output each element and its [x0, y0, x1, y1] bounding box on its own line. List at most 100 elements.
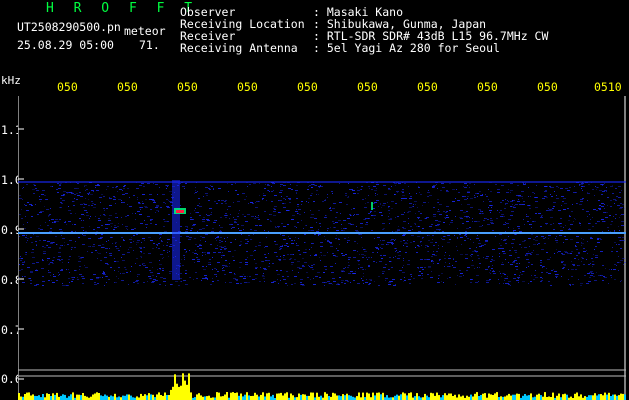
noise-pixel: [437, 211, 440, 212]
noise-pixel: [395, 284, 396, 285]
noise-pixel: [218, 252, 221, 253]
noise-pixel: [461, 244, 462, 245]
noise-pixel: [268, 253, 269, 254]
noise-pixel: [490, 220, 493, 221]
noise-pixel: [602, 231, 603, 232]
noise-pixel: [152, 200, 153, 201]
noise-pixel: [576, 242, 579, 243]
noise-pixel: [614, 279, 616, 280]
noise-pixel: [278, 227, 279, 228]
histogram-bar: [438, 395, 440, 400]
noise-pixel: [567, 208, 569, 209]
noise-pixel: [86, 215, 89, 216]
noise-pixel: [256, 201, 259, 202]
noise-pixel: [512, 239, 515, 240]
noise-pixel: [580, 184, 583, 185]
noise-pixel: [330, 243, 332, 244]
noise-pixel: [418, 218, 419, 219]
noise-pixel: [438, 275, 439, 276]
noise-pixel: [403, 281, 404, 282]
noise-pixel: [291, 264, 293, 265]
noise-pixel: [438, 245, 439, 246]
noise-pixel: [279, 249, 281, 250]
noise-pixel: [611, 221, 613, 222]
noise-pixel: [353, 208, 355, 209]
noise-pixel: [235, 239, 236, 240]
noise-pixel: [110, 237, 112, 238]
noise-pixel: [136, 244, 137, 245]
noise-pixel: [205, 278, 208, 279]
noise-pixel: [239, 276, 241, 277]
noise-pixel: [535, 240, 538, 241]
noise-pixel: [616, 251, 618, 252]
noise-pixel: [574, 218, 575, 219]
histogram-bar: [410, 392, 412, 400]
noise-pixel: [541, 272, 543, 273]
noise-pixel: [229, 272, 232, 273]
noise-pixel: [382, 271, 385, 272]
noise-pixel: [159, 234, 162, 235]
noise-pixel: [74, 188, 77, 189]
noise-pixel: [381, 244, 384, 245]
noise-pixel: [250, 255, 253, 256]
noise-pixel: [343, 220, 346, 221]
noise-pixel: [431, 271, 432, 272]
noise-pixel: [32, 257, 35, 258]
noise-pixel: [235, 183, 236, 184]
noise-pixel: [547, 259, 550, 260]
noise-pixel: [510, 206, 512, 207]
noise-pixel: [550, 257, 551, 258]
noise-pixel: [81, 276, 84, 277]
noise-pixel: [96, 231, 98, 232]
noise-pixel: [348, 196, 349, 197]
noise-pixel: [509, 255, 510, 256]
noise-pixel: [503, 240, 506, 241]
noise-pixel: [479, 240, 480, 241]
noise-pixel: [189, 237, 192, 238]
noise-pixel: [535, 270, 536, 271]
noise-pixel: [529, 208, 531, 209]
noise-pixel: [610, 231, 611, 232]
noise-pixel: [482, 194, 483, 195]
noise-pixel: [490, 191, 492, 192]
noise-pixel: [97, 184, 99, 185]
histogram-bar: [434, 395, 436, 400]
histogram-bar: [234, 393, 236, 400]
noise-pixel: [488, 207, 489, 208]
noise-pixel: [286, 196, 288, 197]
noise-pixel: [549, 186, 551, 187]
noise-pixel: [55, 236, 57, 237]
noise-pixel: [324, 285, 325, 286]
histogram-bar: [336, 395, 338, 400]
noise-pixel: [419, 192, 420, 193]
noise-pixel: [551, 196, 553, 197]
noise-pixel: [157, 269, 158, 270]
noise-pixel: [474, 268, 475, 269]
histogram-bar: [312, 392, 314, 400]
noise-pixel: [263, 193, 264, 194]
noise-pixel: [254, 230, 257, 231]
noise-pixel: [308, 186, 309, 187]
noise-pixel: [351, 209, 352, 210]
noise-pixel: [324, 282, 327, 283]
noise-pixel: [453, 258, 454, 259]
noise-pixel: [336, 230, 339, 231]
noise-pixel: [72, 279, 74, 280]
noise-pixel: [199, 203, 200, 204]
noise-pixel: [202, 252, 203, 253]
histogram-bar: [30, 395, 32, 400]
noise-pixel: [102, 277, 103, 278]
noise-pixel: [567, 253, 570, 254]
noise-pixel: [107, 186, 109, 187]
histogram-bar: [156, 394, 158, 400]
noise-pixel: [292, 270, 293, 271]
noise-pixel: [440, 190, 442, 191]
noise-pixel: [588, 223, 590, 224]
noise-pixel: [439, 259, 441, 260]
histogram-bar: [616, 395, 618, 400]
noise-pixel: [377, 252, 378, 253]
noise-pixel: [500, 210, 502, 211]
noise-pixel: [618, 237, 621, 238]
noise-pixel: [291, 219, 294, 220]
noise-pixel: [580, 223, 581, 224]
